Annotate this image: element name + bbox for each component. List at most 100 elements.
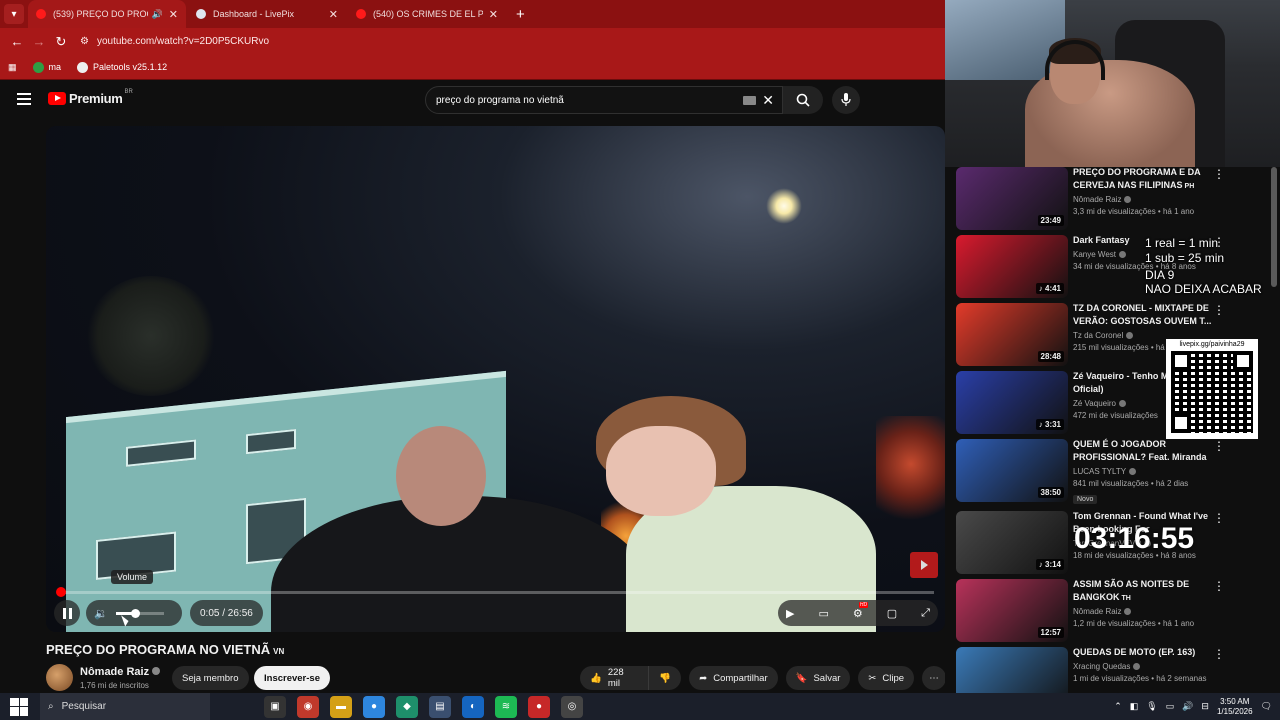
video-title[interactable]: TZ DA CORONEL - MIXTAPE DE VERÃO: GOSTOS… bbox=[1073, 302, 1223, 328]
more-options-icon[interactable]: ⋮ bbox=[1213, 511, 1225, 525]
save-button[interactable]: 🔖 Salvar bbox=[785, 666, 851, 690]
clear-search-icon[interactable]: ✕ bbox=[762, 92, 774, 109]
channel-name[interactable]: Nômade Raiz bbox=[1073, 607, 1223, 616]
app-icon[interactable]: ◆ bbox=[396, 695, 418, 718]
bookmark-ma[interactable]: ma bbox=[32, 61, 61, 73]
channel-name[interactable]: Nômade Raiz bbox=[80, 666, 161, 678]
microphone-icon[interactable]: 🎙 bbox=[1146, 701, 1157, 712]
site-info-icon[interactable]: ⚙ bbox=[80, 36, 89, 47]
spotify-icon[interactable]: ≋ bbox=[495, 695, 517, 718]
back-icon[interactable]: ← bbox=[6, 34, 28, 49]
network-icon[interactable]: ▭ bbox=[1166, 701, 1175, 712]
tab-livepix[interactable]: Dashboard - LivePix ✕ bbox=[188, 0, 346, 28]
share-button[interactable]: ➦ Compartilhar bbox=[689, 666, 778, 690]
fullscreen-icon[interactable]: ⤢ bbox=[921, 607, 930, 620]
video-thumbnail[interactable]: 12:57 bbox=[956, 579, 1068, 642]
channel-name[interactable]: Xracing Quedas bbox=[1073, 662, 1223, 671]
subtitles-icon[interactable]: ▭ bbox=[818, 607, 828, 620]
more-options-icon[interactable]: ⋮ bbox=[1213, 579, 1225, 593]
voice-search-button[interactable] bbox=[832, 86, 860, 114]
speaker-icon[interactable]: 🔊 bbox=[152, 9, 163, 20]
apps-grid-icon[interactable]: ▦ bbox=[8, 62, 17, 73]
windows-start-icon[interactable] bbox=[10, 697, 28, 716]
more-options-icon[interactable]: ⋮ bbox=[1213, 303, 1225, 317]
menu-icon[interactable] bbox=[17, 93, 31, 105]
edge-icon[interactable]: ◐ bbox=[462, 695, 484, 718]
video-player[interactable]: Volume 🔉 0:05 / 26:56 ▶ ▭ ⚙ HD ▢ ⤢ bbox=[46, 126, 945, 632]
video-thumbnail[interactable]: ♪ 3:31 bbox=[956, 371, 1068, 434]
app-icon[interactable]: ◎ bbox=[561, 695, 583, 718]
video-thumbnail[interactable]: 28:48 bbox=[956, 303, 1068, 366]
video-thumbnail[interactable]: ♪ 4:41 bbox=[956, 235, 1068, 298]
youtube-premium-logo[interactable]: Premium BR bbox=[48, 89, 133, 106]
video-title-text: PREÇO DO PROGRAMA E DA CERVEJA NAS FILIP… bbox=[1073, 167, 1201, 190]
volume-handle[interactable] bbox=[130, 608, 140, 618]
video-title[interactable]: QUEM É O JOGADOR PROFISSIONAL? Feat. Mir… bbox=[1073, 438, 1223, 464]
tab-youtube-video[interactable]: (539) PREÇO DO PROGRAMA 🔊 ✕ bbox=[28, 0, 186, 28]
chrome-icon[interactable]: ● bbox=[363, 695, 385, 718]
more-options-icon[interactable]: ⋮ bbox=[1213, 439, 1225, 453]
subscribe-button[interactable]: Inscrever-se bbox=[254, 666, 330, 690]
player-left-controls: 🔉 0:05 / 26:56 bbox=[54, 600, 263, 626]
recommended-video[interactable]: 12:57 ASSIM SÃO AS NOITES DE BANGKOK TH Nôm… bbox=[956, 579, 1276, 643]
pause-button[interactable] bbox=[54, 600, 80, 626]
close-icon[interactable]: ✕ bbox=[169, 8, 178, 21]
more-options-icon[interactable]: ⋮ bbox=[1213, 167, 1225, 181]
recommended-video[interactable]: QUEDAS DE MOTO (EP. 163) Xracing Quedas 1 … bbox=[956, 647, 1276, 693]
sidebar-scrollbar[interactable] bbox=[1271, 167, 1277, 287]
task-view-icon[interactable]: ▣ bbox=[264, 695, 286, 718]
chevron-up-icon[interactable]: ⌃ bbox=[1114, 701, 1122, 712]
reload-icon[interactable]: ↻ bbox=[50, 34, 72, 50]
notifications-icon[interactable]: 🗨 bbox=[1261, 701, 1272, 712]
new-tab-button[interactable]: + bbox=[516, 6, 525, 23]
clock[interactable]: 3:50 AM 1/15/2026 bbox=[1217, 697, 1253, 717]
more-icon: ⋯ bbox=[929, 672, 939, 684]
volume-icon[interactable]: 🔉 bbox=[94, 607, 108, 620]
video-thumbnail[interactable]: 23:49 bbox=[956, 167, 1068, 230]
more-options-icon[interactable]: ⋮ bbox=[1213, 647, 1225, 661]
channel-watermark-icon[interactable] bbox=[910, 552, 938, 578]
search-input[interactable]: preço do programa no vietnã ✕ bbox=[425, 86, 783, 114]
like-button[interactable]: 👍 228 mil bbox=[580, 666, 650, 690]
search-button[interactable] bbox=[783, 86, 823, 114]
more-actions-button[interactable]: ⋯ bbox=[922, 666, 946, 690]
autoplay-toggle-icon[interactable]: ▶ bbox=[786, 607, 794, 620]
video-thumbnail[interactable]: ♪ 3:14 bbox=[956, 511, 1068, 574]
close-icon[interactable]: ✕ bbox=[329, 8, 338, 21]
settings-gear-icon[interactable]: ⚙ HD bbox=[853, 601, 869, 620]
join-button[interactable]: Seja membro bbox=[172, 666, 249, 690]
app-tray-icon[interactable]: ◧ bbox=[1130, 701, 1139, 712]
video-title[interactable]: ASSIM SÃO AS NOITES DE BANGKOK TH bbox=[1073, 578, 1223, 604]
video-thumbnail[interactable] bbox=[956, 647, 1068, 693]
app-icon[interactable]: ▤ bbox=[429, 695, 451, 718]
keyboard-icon[interactable] bbox=[743, 96, 756, 105]
channel-name[interactable]: LUCAS TYLTY bbox=[1073, 467, 1223, 476]
tray-icon[interactable]: ⊟ bbox=[1201, 701, 1209, 712]
dislike-button[interactable]: 👎 bbox=[649, 666, 682, 690]
bookmark-paletools[interactable]: Paletools v25.1.12 bbox=[77, 61, 167, 73]
recommended-video[interactable]: 23:49 PREÇO DO PROGRAMA E DA CERVEJA NAS … bbox=[956, 167, 1276, 231]
tab-youtube-other[interactable]: (540) OS CRIMES DE EL PATRON ✕ bbox=[348, 0, 506, 28]
url-field[interactable]: ⚙ youtube.com/watch?v=2D0P5CKURvo bbox=[80, 31, 945, 53]
taskbar-search[interactable]: ⌕ Pesquisar bbox=[40, 693, 210, 720]
qr-code-icon bbox=[1171, 351, 1253, 433]
file-explorer-icon[interactable]: ▬ bbox=[330, 695, 352, 718]
video-title[interactable]: QUEDAS DE MOTO (EP. 163) bbox=[1073, 646, 1223, 659]
forward-icon[interactable]: → bbox=[28, 34, 50, 49]
progress-bar[interactable] bbox=[55, 587, 934, 597]
theater-mode-icon[interactable]: ▢ bbox=[887, 607, 897, 620]
clip-button[interactable]: ✂ Clipe bbox=[858, 666, 915, 690]
video-title[interactable]: PREÇO DO PROGRAMA E DA CERVEJA NAS FILIP… bbox=[1073, 167, 1223, 192]
verified-icon bbox=[1133, 663, 1141, 671]
channel-avatar[interactable] bbox=[46, 664, 73, 691]
app-icon[interactable]: ◉ bbox=[297, 695, 319, 718]
progress-scrubber[interactable] bbox=[55, 587, 66, 597]
tab-search-button[interactable]: ▾ bbox=[4, 4, 24, 24]
chrome-icon[interactable]: ● bbox=[528, 695, 550, 718]
recommended-video[interactable]: 38:50 QUEM É O JOGADOR PROFISSIONAL? Feat… bbox=[956, 438, 1276, 504]
volume-control[interactable]: 🔉 bbox=[86, 600, 182, 626]
video-thumbnail[interactable]: 38:50 bbox=[956, 439, 1068, 502]
close-icon[interactable]: ✕ bbox=[489, 8, 498, 21]
volume-icon[interactable]: 🔊 bbox=[1182, 701, 1193, 712]
channel-name[interactable]: Nômade Raiz bbox=[1073, 195, 1223, 204]
